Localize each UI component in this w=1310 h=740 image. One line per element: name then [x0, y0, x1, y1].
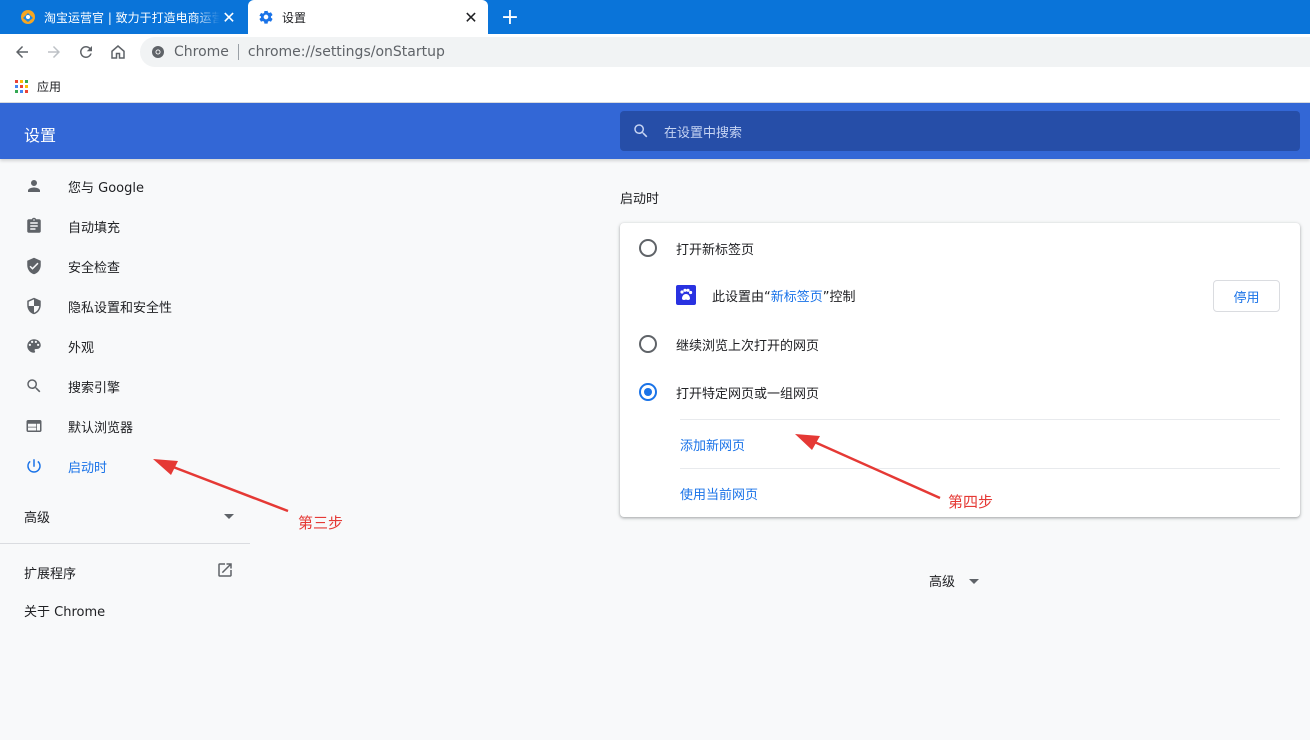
tab-taobao[interactable]: 淘宝运营官 | 致力于打造电商运营 ✕ — [10, 0, 246, 34]
radio-continue-session[interactable] — [639, 335, 657, 353]
person-icon — [24, 176, 44, 196]
use-current-pages-link[interactable]: 使用当前网页 — [680, 484, 758, 503]
sidebar-item-label: 隐私设置和安全性 — [68, 300, 173, 316]
search-icon — [24, 376, 44, 396]
sidebar-item-safety-check[interactable]: 安全检查 — [0, 246, 250, 286]
controlled-suffix: ”控制 — [822, 289, 856, 305]
main-advanced-label: 高级 — [929, 574, 956, 590]
settings-search-input[interactable]: 在设置中搜索 — [620, 111, 1300, 151]
annotation-step3: 第三步 — [298, 514, 344, 532]
sidebar-item-autofill[interactable]: 自动填充 — [0, 206, 250, 246]
chrome-icon — [151, 45, 165, 59]
option-label: 打开新标签页 — [676, 243, 755, 258]
sidebar-item-label: 搜索引擎 — [68, 380, 121, 396]
tab-title: 设置 — [282, 10, 307, 25]
apps-grid-icon — [15, 79, 28, 93]
sidebar-advanced-toggle[interactable]: 高级 — [24, 506, 234, 526]
url-separator — [237, 44, 239, 60]
sidebar-item-appearance[interactable]: 外观 — [0, 326, 250, 366]
option-label: 继续浏览上次打开的网页 — [676, 339, 820, 354]
card-divider — [680, 468, 1280, 469]
sidebar-extensions-link[interactable]: 扩展程序 — [24, 561, 234, 583]
search-placeholder: 在设置中搜索 — [664, 125, 743, 141]
bookmark-label: 应用 — [37, 79, 62, 94]
settings-header: 设置 在设置中搜索 — [0, 103, 1310, 159]
sidebar-item-label: 您与 Google — [68, 180, 144, 196]
shield-half-icon — [24, 296, 44, 316]
tab-title: 淘宝运营官 | 致力于打造电商运营 — [44, 10, 220, 25]
url-text: chrome://settings/onStartup — [247, 44, 445, 60]
paw-icon — [676, 285, 696, 305]
radio-specific-pages[interactable] — [639, 383, 657, 401]
sidebar-item-label: 自动填充 — [68, 220, 121, 236]
page-title: 设置 — [24, 126, 57, 145]
clipboard-icon — [24, 216, 44, 236]
sidebar-divider — [0, 543, 250, 544]
shield-check-icon — [24, 256, 44, 276]
section-title: 启动时 — [620, 192, 660, 207]
sidebar-item-label: 默认浏览器 — [68, 420, 134, 436]
controlled-text: 此设置由“新标签页”控制 — [712, 286, 856, 305]
close-icon[interactable]: ✕ — [462, 8, 480, 27]
url-origin: Chrome — [174, 44, 229, 60]
browser-window-icon — [24, 416, 44, 436]
new-tab-button[interactable]: + — [498, 5, 522, 30]
forward-icon[interactable] — [40, 38, 68, 66]
palette-icon — [24, 336, 44, 356]
main-advanced-toggle[interactable]: 高级 — [929, 571, 980, 590]
sidebar-extensions-label: 扩展程序 — [24, 566, 77, 582]
tab-settings[interactable]: 设置 ✕ — [248, 0, 488, 34]
add-new-page-link[interactable]: 添加新网页 — [680, 435, 745, 454]
toolbar: Chrome chrome://settings/onStartup — [0, 34, 1310, 70]
reload-icon[interactable] — [72, 38, 100, 66]
sidebar-item-label: 外观 — [68, 340, 95, 356]
startup-card: 打开新标签页 此设置由“新标签页”控制 停用 继续浏览上次打开的网页 打开特定网… — [620, 223, 1300, 517]
controlled-prefix: 此设置由“ — [712, 289, 771, 305]
bookmark-apps[interactable]: 应用 — [15, 77, 61, 95]
option-label: 打开特定网页或一组网页 — [676, 387, 820, 402]
sidebar-item-privacy[interactable]: 隐私设置和安全性 — [0, 286, 250, 326]
tab-strip: 淘宝运营官 | 致力于打造电商运营 ✕ 设置 ✕ + — [0, 0, 1310, 34]
sidebar-item-label: 启动时 — [68, 460, 108, 476]
power-icon — [24, 456, 44, 476]
sidebar-item-search-engine[interactable]: 搜索引擎 — [0, 366, 250, 406]
disable-extension-button[interactable]: 停用 — [1213, 280, 1280, 312]
extension-link[interactable]: 新标签页 — [771, 290, 823, 305]
caret-down-icon — [224, 509, 234, 524]
sidebar-advanced-label: 高级 — [24, 510, 51, 526]
caret-down-icon — [969, 578, 980, 584]
annotation-step4: 第四步 — [948, 493, 994, 511]
radio-new-tab[interactable] — [639, 239, 657, 257]
back-icon[interactable] — [8, 38, 36, 66]
address-bar[interactable]: Chrome chrome://settings/onStartup — [140, 37, 1310, 67]
bookmarks-bar: 应用 — [0, 70, 1310, 103]
card-divider — [680, 419, 1280, 420]
close-icon[interactable]: ✕ — [220, 8, 238, 27]
sidebar-item-label: 安全检查 — [68, 260, 121, 276]
sidebar-item-you-and-google[interactable]: 您与 Google — [0, 166, 250, 206]
gear-icon — [258, 9, 274, 25]
open-in-new-icon — [216, 561, 234, 583]
sidebar-about-chrome[interactable]: 关于 Chrome — [24, 601, 105, 620]
sidebar-item-default-browser[interactable]: 默认浏览器 — [0, 406, 250, 446]
sidebar-item-on-startup[interactable]: 启动时 — [0, 446, 250, 486]
extension-controlled-note: 此设置由“新标签页”控制 — [676, 284, 856, 306]
taobao-logo-icon — [20, 9, 36, 25]
search-icon — [632, 122, 650, 140]
home-icon[interactable] — [104, 38, 132, 66]
